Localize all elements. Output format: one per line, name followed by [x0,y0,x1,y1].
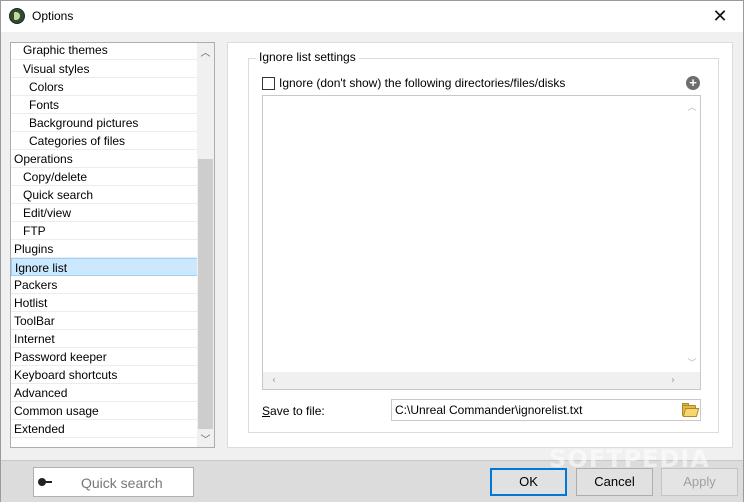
tree-item[interactable]: Colors [11,78,199,96]
tree-item[interactable]: Copy/delete [11,168,199,186]
ignore-checkbox-label[interactable]: Ignore (don't show) the following direct… [279,76,565,90]
apply-button[interactable]: Apply [661,468,738,496]
browse-folder-icon[interactable] [681,402,700,418]
tree-item[interactable]: Packers [11,276,199,294]
bottom-bar: Quick search OK Cancel Apply [1,460,743,502]
tree-item[interactable]: Common usage [11,402,199,420]
scroll-up-icon[interactable]: ︿ [197,43,214,60]
app-logo-icon [9,8,25,24]
tree-item[interactable]: Ignore list [11,258,199,276]
tree-item[interactable]: ToolBar [11,312,199,330]
list-horizontal-scrollbar[interactable]: ‹ › [263,372,684,389]
tree-item[interactable]: Fonts [11,96,199,114]
scroll-corner [683,372,700,389]
list-vertical-scrollbar[interactable]: ︿ ﹀ [684,96,700,372]
tree-item[interactable]: Edit/view [11,204,199,222]
title-bar[interactable]: Options ✕ [1,1,743,32]
group-title: Ignore list settings [256,50,359,64]
cancel-button[interactable]: Cancel [576,468,653,496]
tree-scroll-thumb[interactable] [198,159,213,429]
tree-item[interactable]: Categories of files [11,132,199,150]
quick-search-placeholder[interactable]: Quick search [81,475,163,491]
tree-item[interactable]: Operations [11,150,199,168]
options-window: Options ✕ Graphic themes Visual styles Col… [0,0,744,502]
add-item-icon[interactable]: + [686,76,700,90]
folder-icon-front [682,408,700,417]
list-scroll-down-icon[interactable]: ﹀ [684,354,700,370]
tree-scrollbar[interactable]: ︿ ﹀ [197,43,214,447]
tree-item[interactable]: Internet [11,330,199,348]
save-to-file-label: Save to file: [262,404,325,418]
window-title: Options [32,9,74,23]
tree-item[interactable]: Visual styles [11,60,199,78]
tree-item[interactable]: Background pictures [11,114,199,132]
ok-button[interactable]: OK [490,468,567,496]
save-file-path-field[interactable]: C:\Unreal Commander\ignorelist.txt [391,399,701,421]
tree-item[interactable]: Extended [11,420,199,438]
scroll-down-icon[interactable]: ﹀ [197,430,214,447]
quick-search-icon-tail [45,481,52,483]
dialog-body: Graphic themes Visual styles Colors Fonts Ba… [1,32,743,460]
settings-panel: Ignore list settings Ignore (don't show)… [227,42,733,448]
ignore-checkbox[interactable] [262,76,275,90]
tree-item[interactable]: FTP [11,222,199,240]
list-scroll-right-icon[interactable]: › [665,372,681,389]
quick-search-box[interactable]: Quick search [33,467,194,497]
save-label-accesskey: S [262,404,271,418]
options-tree[interactable]: Graphic themes Visual styles Colors Fonts Ba… [10,42,215,448]
close-button[interactable]: ✕ [697,1,743,32]
tree-item[interactable]: Plugins [11,240,199,258]
quick-search-icon [38,477,52,487]
tree-item[interactable]: Graphic themes [11,43,199,60]
save-file-path-value[interactable]: C:\Unreal Commander\ignorelist.txt [395,403,582,417]
tree-item[interactable]: Quick search [11,186,199,204]
ignore-checkbox-row[interactable]: Ignore (don't show) the following direct… [262,76,565,90]
tree-item[interactable]: Keyboard shortcuts [11,366,199,384]
ignore-list-box[interactable]: ︿ ﹀ ‹ › [262,95,701,390]
list-scroll-up-icon[interactable]: ︿ [684,98,700,114]
list-scroll-left-icon[interactable]: ‹ [266,372,282,389]
tree-item[interactable]: Hotlist [11,294,199,312]
options-tree-list: Graphic themes Visual styles Colors Fonts Ba… [11,43,199,438]
tree-item[interactable]: Advanced [11,384,199,402]
save-label-text: ave to file: [270,404,325,418]
tree-item[interactable]: Password keeper [11,348,199,366]
